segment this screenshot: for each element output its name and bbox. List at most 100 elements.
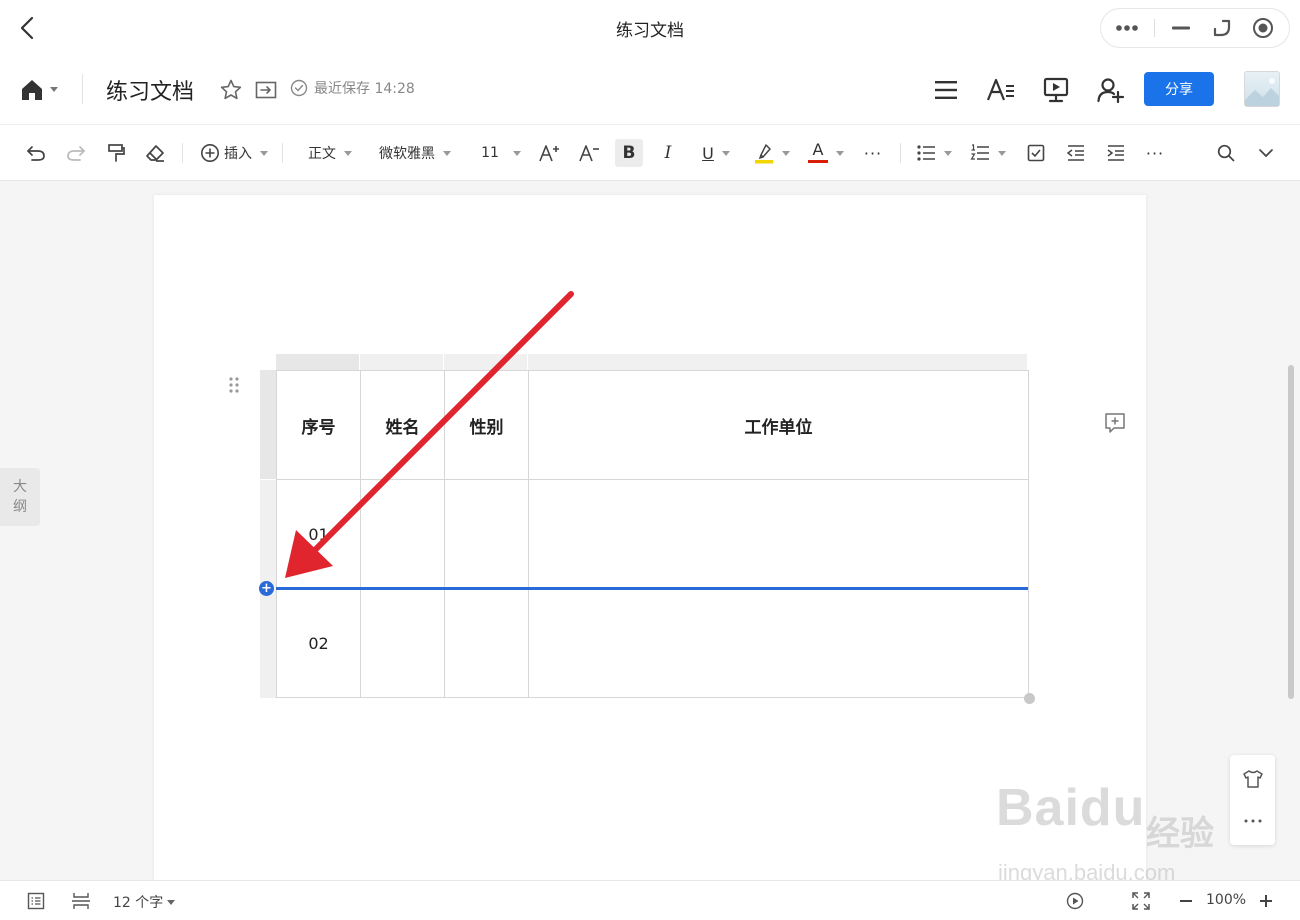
- outline-view-button[interactable]: [25, 891, 47, 911]
- divider: [282, 143, 283, 163]
- table-resize-handle[interactable]: [1024, 693, 1035, 704]
- table-header-cell[interactable]: 性别: [444, 370, 529, 480]
- font-family-select[interactable]: 微软雅黑: [374, 139, 456, 167]
- table-cell[interactable]: [528, 479, 1029, 589]
- collapse-toolbar-button[interactable]: [1254, 139, 1278, 167]
- chevron-down-icon: [50, 87, 58, 92]
- table-cell[interactable]: 01: [276, 479, 361, 589]
- table-header-cell[interactable]: 工作单位: [528, 370, 1029, 480]
- table-row: 01: [276, 479, 1029, 589]
- chevron-down-icon: [260, 150, 268, 156]
- column-selector-1[interactable]: [276, 354, 359, 370]
- play-circle-icon: [1066, 892, 1084, 910]
- record-button[interactable]: [1249, 14, 1277, 42]
- font-increase-icon: [539, 145, 559, 162]
- fullscreen-icon: [1132, 892, 1150, 910]
- format-painter-button[interactable]: [104, 139, 128, 167]
- outdent-icon: [1066, 145, 1084, 161]
- star-icon: [220, 79, 242, 100]
- menu-icon: [935, 81, 957, 99]
- text-style-button[interactable]: [985, 74, 1017, 106]
- present-button[interactable]: [1040, 74, 1072, 106]
- chevron-down-icon: [998, 150, 1006, 156]
- chevron-down-icon: [944, 150, 952, 156]
- record-icon: [1252, 18, 1273, 38]
- clear-format-button[interactable]: [143, 139, 167, 167]
- row-selector-2[interactable]: [260, 589, 276, 698]
- undo-button[interactable]: [24, 139, 48, 167]
- panel-more-button[interactable]: [1230, 801, 1275, 841]
- table-cell[interactable]: [444, 479, 529, 589]
- highlight-button[interactable]: [752, 139, 792, 167]
- column-selector-4[interactable]: [528, 354, 1027, 370]
- play-button[interactable]: [1064, 891, 1086, 911]
- font-size-select[interactable]: 11: [478, 139, 524, 167]
- numbered-list-button[interactable]: [968, 139, 1008, 167]
- checklist-button[interactable]: [1024, 139, 1048, 167]
- insert-menu[interactable]: 插入: [197, 139, 271, 167]
- avatar[interactable]: [1244, 71, 1280, 107]
- font-size-label: 11: [481, 145, 499, 161]
- column-selector-2[interactable]: [360, 354, 443, 370]
- page-view-button[interactable]: [70, 891, 92, 911]
- table-cell[interactable]: 02: [276, 588, 361, 698]
- shirt-icon: [1242, 770, 1263, 788]
- page-break-icon: [72, 893, 90, 909]
- fullscreen-button[interactable]: [1130, 891, 1152, 911]
- table-header-cell[interactable]: 姓名: [360, 370, 445, 480]
- chevron-down-icon: [512, 150, 521, 156]
- increase-font-button[interactable]: [538, 139, 562, 167]
- row-selector-1[interactable]: [260, 480, 276, 588]
- table-header-cell[interactable]: 序号: [276, 370, 361, 480]
- more-dots-icon: [1244, 819, 1261, 823]
- share-button[interactable]: 分享: [1144, 72, 1214, 106]
- insert-row-button[interactable]: +: [259, 581, 274, 596]
- theme-button[interactable]: [1230, 759, 1275, 799]
- outdent-button[interactable]: [1064, 139, 1088, 167]
- font-color-button[interactable]: A: [806, 139, 846, 167]
- table-cell[interactable]: [360, 588, 445, 698]
- chevron-down-icon: [167, 899, 176, 905]
- row-selector-header[interactable]: [260, 370, 276, 479]
- word-count[interactable]: 12 个字: [113, 892, 176, 912]
- outline-tab[interactable]: 大 纲: [0, 468, 40, 526]
- more-format-button[interactable]: ···: [860, 139, 886, 167]
- restore-button[interactable]: [1208, 14, 1236, 42]
- menu-button[interactable]: [930, 74, 962, 106]
- move-icon: [255, 81, 277, 99]
- zoom-in-button[interactable]: [1255, 891, 1277, 911]
- more-button[interactable]: [1113, 14, 1141, 42]
- add-comment-button[interactable]: [1104, 412, 1126, 434]
- vertical-scrollbar[interactable]: [1288, 365, 1294, 699]
- favorite-button[interactable]: [219, 78, 243, 102]
- add-user-icon: [1097, 78, 1125, 103]
- minimize-button[interactable]: [1167, 14, 1195, 42]
- highlighter-icon: [755, 144, 773, 164]
- column-selector-3[interactable]: [444, 354, 527, 370]
- table-cell[interactable]: [528, 588, 1029, 698]
- search-button[interactable]: [1214, 139, 1238, 167]
- title-bar: 练习文档: [0, 0, 1300, 56]
- decrease-font-button[interactable]: [578, 139, 602, 167]
- text-style-icon: [986, 78, 1014, 101]
- home-button[interactable]: [20, 76, 68, 104]
- bold-button[interactable]: B: [615, 139, 643, 167]
- table-cell[interactable]: [444, 588, 529, 698]
- bullet-list-button[interactable]: [914, 139, 954, 167]
- chevron-down-icon: [1259, 149, 1273, 158]
- move-button[interactable]: [254, 78, 278, 102]
- status-bar: 12 个字 100%: [0, 880, 1300, 920]
- underline-button[interactable]: U: [696, 139, 736, 167]
- more-paragraph-button[interactable]: ···: [1142, 139, 1168, 167]
- add-collaborator-button[interactable]: [1095, 74, 1127, 106]
- italic-button[interactable]: I: [656, 139, 680, 167]
- document-title[interactable]: 练习文档: [106, 74, 194, 106]
- drag-handle[interactable]: [226, 375, 242, 395]
- indent-icon: [1107, 145, 1124, 161]
- table-cell[interactable]: [360, 479, 445, 589]
- indent-button[interactable]: [1104, 139, 1128, 167]
- paragraph-style-select[interactable]: 正文: [302, 139, 358, 167]
- window-controls: [1100, 8, 1290, 48]
- zoom-out-button[interactable]: [1175, 891, 1197, 911]
- redo-button[interactable]: [64, 139, 88, 167]
